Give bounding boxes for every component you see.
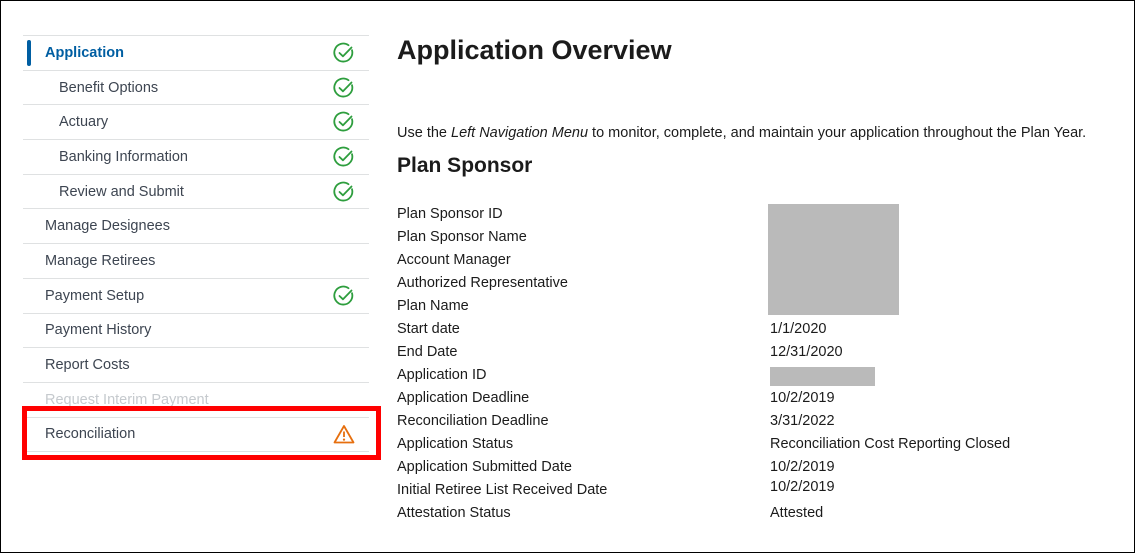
intro-text: Use the Left Navigation Menu to monitor,… (397, 125, 1086, 141)
status-slot (333, 354, 355, 376)
detail-label: Reconciliation Deadline (397, 413, 549, 429)
detail-value: 10/2/2019 (770, 459, 835, 475)
detail-label: Plan Sponsor Name (397, 229, 527, 245)
sidebar-item-label: Report Costs (45, 357, 130, 374)
page-title: Application Overview (397, 35, 672, 65)
sidebar-item-application[interactable]: Application (23, 36, 369, 71)
check-circle-icon (333, 111, 355, 133)
detail-label: Authorized Representative (397, 275, 568, 291)
check-circle-icon (333, 181, 355, 203)
intro-text-part: Use the (397, 124, 451, 141)
sidebar-item-label: Review and Submit (59, 183, 184, 200)
sidebar-item-label: Application (45, 44, 124, 61)
check-circle-icon (333, 77, 355, 99)
sidebar-item-report-costs[interactable]: Report Costs (23, 348, 369, 383)
detail-row: Authorized Representative (397, 273, 1097, 296)
detail-label: Application Deadline (397, 390, 530, 406)
sidebar-item-label: Payment History (45, 322, 152, 339)
sidebar-item-label: Request Interim Payment (45, 391, 209, 408)
detail-label: Application Submitted Date (397, 459, 572, 475)
plan-sponsor-details: Plan Sponsor ID Plan Sponsor Name Account … (397, 204, 1097, 526)
detail-label: Plan Name (397, 298, 469, 314)
detail-row: Start date 1/1/2020 (397, 319, 1097, 342)
status-slot (333, 319, 355, 341)
sidebar-item-label: Reconciliation (45, 426, 136, 443)
sidebar-item-review-and-submit[interactable]: Review and Submit (23, 175, 369, 210)
detail-label: Account Manager (397, 252, 511, 268)
detail-value: 10/2/2019 (770, 390, 835, 406)
sidebar-item-label: Banking Information (59, 148, 188, 165)
detail-row: Application Deadline 10/2/2019 (397, 388, 1097, 411)
detail-label: Start date (397, 321, 460, 337)
intro-emphasis: Left Navigation Menu (451, 124, 589, 141)
sidebar-item-label: Actuary (59, 114, 109, 131)
check-circle-icon (333, 146, 355, 168)
detail-row: Application Status Reconciliation Cost Re… (397, 434, 1097, 457)
sidebar-item-reconciliation[interactable]: Reconciliation (23, 418, 369, 453)
detail-label: End Date (397, 344, 458, 360)
detail-value: 1/1/2020 (770, 321, 827, 337)
detail-row: Application ID (397, 365, 1097, 388)
sidebar-item-manage-retirees[interactable]: Manage Retirees (23, 244, 369, 279)
main-content: Application Overview Use the Left Naviga… (397, 30, 1117, 521)
sidebar-item-actuary[interactable]: Actuary (23, 105, 369, 141)
left-navigation-menu: Application Benefit Options Actuary Bank… (23, 35, 369, 453)
detail-row: Attestation Status Attested (397, 503, 1097, 526)
sidebar-item-label: Benefit Options (59, 79, 159, 96)
sidebar-item-request-interim-payment: Request Interim Payment (23, 383, 369, 418)
sidebar-item-label: Manage Retirees (45, 252, 156, 269)
detail-row: Plan Name (397, 296, 1097, 319)
intro-text-part: to monitor, complete, and maintain your … (588, 124, 1087, 141)
detail-row: Application Submitted Date 10/2/2019 (397, 457, 1097, 480)
warning-triangle-icon (333, 423, 355, 445)
status-slot (333, 389, 355, 411)
detail-label: Application Status (397, 436, 514, 452)
detail-value: Attested (770, 505, 824, 521)
detail-row: Plan Sponsor Name (397, 227, 1097, 250)
sidebar-item-payment-setup[interactable]: Payment Setup (23, 279, 369, 314)
detail-row: End Date 12/31/2020 (397, 342, 1097, 365)
detail-value: 10/2/2019 (770, 479, 835, 495)
detail-label: Plan Sponsor ID (397, 206, 503, 222)
sidebar-item-payment-history[interactable]: Payment History (23, 314, 369, 349)
detail-label: Attestation Status (397, 505, 511, 521)
detail-row: Initial Retiree List Received Date 10/2/2… (397, 479, 1097, 503)
section-title-plan-sponsor: Plan Sponsor (397, 154, 533, 177)
check-circle-icon (333, 42, 355, 64)
detail-value: 12/31/2020 (770, 344, 843, 360)
sidebar-item-banking-information[interactable]: Banking Information (23, 140, 369, 175)
detail-row: Account Manager (397, 250, 1097, 273)
detail-row: Reconciliation Deadline 3/31/2022 (397, 411, 1097, 434)
sidebar-item-benefit-options[interactable]: Benefit Options (23, 71, 369, 106)
sidebar-item-manage-designees[interactable]: Manage Designees (23, 209, 369, 245)
status-slot (333, 250, 355, 272)
sidebar-item-label: Manage Designees (45, 218, 170, 235)
detail-row: Plan Sponsor ID (397, 204, 1097, 227)
check-circle-icon (333, 285, 355, 307)
sidebar-item-label: Payment Setup (45, 287, 145, 304)
detail-value: 3/31/2022 (770, 413, 835, 429)
detail-label: Initial Retiree List Received Date (397, 482, 608, 498)
detail-label: Application ID (397, 367, 487, 383)
detail-value: Reconciliation Cost Reporting Closed (770, 436, 1011, 452)
status-slot (333, 215, 355, 237)
